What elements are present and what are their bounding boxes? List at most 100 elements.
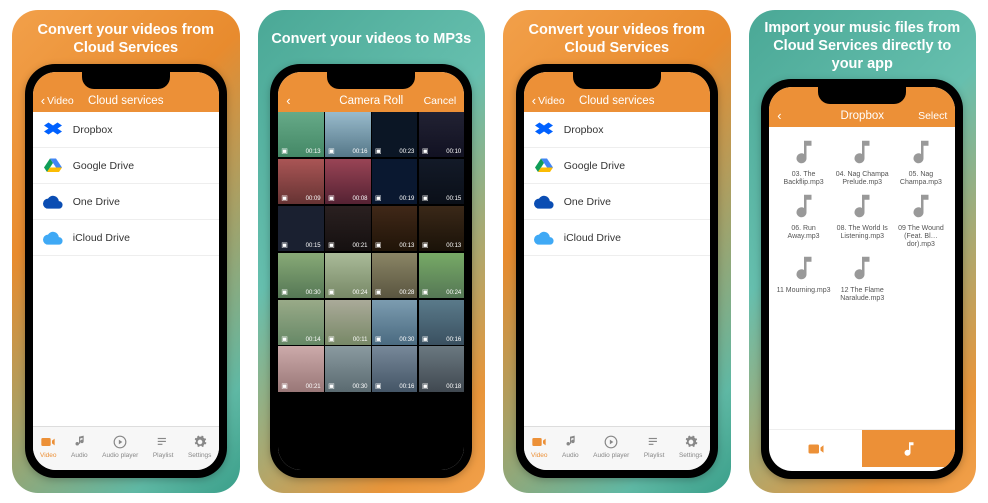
- video-thumb[interactable]: ▣00:09: [278, 159, 323, 204]
- camera-icon: ▣: [328, 194, 335, 202]
- camera-icon: ▣: [375, 382, 382, 390]
- video-thumb[interactable]: ▣00:21: [278, 346, 323, 391]
- video-thumb[interactable]: ▣00:19: [372, 159, 417, 204]
- video-icon: [531, 434, 547, 450]
- tab-playlist[interactable]: Playlist: [644, 434, 665, 459]
- video-thumb[interactable]: ▣00:15: [278, 206, 323, 251]
- music-note-icon: [906, 137, 936, 167]
- caption: Convert your videos from Cloud Services: [511, 20, 723, 58]
- video-thumb[interactable]: ▣00:28: [372, 253, 417, 298]
- video-thumb[interactable]: ▣00:11: [325, 300, 370, 345]
- dropbox-icon: [43, 120, 63, 140]
- service-label: Google Drive: [564, 160, 625, 172]
- camera-icon: ▣: [281, 241, 288, 249]
- video-thumb[interactable]: ▣00:15: [419, 159, 464, 204]
- music-note-icon: [847, 191, 877, 221]
- chevron-left-icon: ‹: [286, 94, 290, 107]
- music-note-icon: [789, 253, 819, 283]
- video-thumb[interactable]: ▣00:16: [372, 346, 417, 391]
- service-gdrive[interactable]: Google Drive: [33, 148, 219, 184]
- camera-icon: ▣: [422, 288, 429, 296]
- cloud-services-list: Dropbox Google Drive One Drive iCloud Dr…: [524, 112, 710, 426]
- music-file[interactable]: 09 The Wound (Feat. Bl…dor).mp3: [893, 191, 950, 249]
- screenshot-1: Convert your videos from Cloud Services …: [12, 10, 240, 493]
- video-thumb[interactable]: ▣00:30: [325, 346, 370, 391]
- tab-audio[interactable]: Audio: [562, 434, 579, 459]
- camera-icon: ▣: [281, 147, 288, 155]
- music-file[interactable]: 04. Nag Champa Prelude.mp3: [834, 137, 891, 187]
- music-file[interactable]: 05. Nag Champa.mp3: [893, 137, 950, 187]
- video-thumb[interactable]: ▣00:24: [325, 253, 370, 298]
- onedrive-icon: [534, 192, 554, 212]
- camera-roll-grid: ▣00:13 ▣00:16 ▣00:23 ▣00:10 ▣00:09 ▣00:0…: [278, 112, 464, 470]
- tab-settings[interactable]: Settings: [188, 434, 212, 459]
- audio-icon: [562, 434, 578, 450]
- music-note-icon: [789, 191, 819, 221]
- music-note-icon: [847, 253, 877, 283]
- service-icloud[interactable]: iCloud Drive: [524, 220, 710, 256]
- camera-icon: ▣: [328, 288, 335, 296]
- tab-music[interactable]: [862, 430, 955, 467]
- camera-icon: ▣: [281, 382, 288, 390]
- music-file[interactable]: 11 Mourning.mp3: [775, 253, 832, 303]
- screen: ‹ Dropbox Select 03. The Backflip.mp3 04…: [769, 87, 955, 471]
- video-thumb[interactable]: ▣00:10: [419, 112, 464, 157]
- camera-icon: ▣: [375, 241, 382, 249]
- back-button[interactable]: ‹ Video: [41, 94, 74, 107]
- screen: ‹ Camera Roll Cancel ▣00:13 ▣00:16 ▣00:2…: [278, 72, 464, 470]
- camera-icon: ▣: [281, 335, 288, 343]
- video-thumb[interactable]: ▣00:21: [325, 206, 370, 251]
- music-files-grid: 03. The Backflip.mp3 04. Nag Champa Prel…: [769, 127, 955, 429]
- video-thumb[interactable]: ▣00:16: [325, 112, 370, 157]
- select-button[interactable]: Select: [918, 110, 947, 122]
- video-thumb[interactable]: ▣00:13: [278, 112, 323, 157]
- notch: [327, 71, 415, 89]
- camera-icon: ▣: [422, 382, 429, 390]
- service-icloud[interactable]: iCloud Drive: [33, 220, 219, 256]
- video-thumb[interactable]: ▣00:23: [372, 112, 417, 157]
- service-dropbox[interactable]: Dropbox: [524, 112, 710, 148]
- video-thumb[interactable]: ▣00:30: [372, 300, 417, 345]
- tab-video[interactable]: Video: [40, 434, 57, 459]
- caption: Convert your videos from Cloud Services: [20, 20, 232, 58]
- music-note-icon: [847, 137, 877, 167]
- video-thumb[interactable]: ▣00:14: [278, 300, 323, 345]
- chevron-left-icon: ‹: [532, 94, 536, 107]
- tab-audio[interactable]: Audio: [71, 434, 88, 459]
- music-note-icon: [906, 191, 936, 221]
- service-gdrive[interactable]: Google Drive: [524, 148, 710, 184]
- music-file[interactable]: 12 The Flame Naralude.mp3: [834, 253, 891, 303]
- tab-video[interactable]: [769, 430, 862, 467]
- player-icon: [603, 434, 619, 450]
- tab-settings[interactable]: Settings: [679, 434, 703, 459]
- gear-icon: [683, 434, 699, 450]
- cancel-button[interactable]: Cancel: [424, 95, 457, 107]
- service-onedrive[interactable]: One Drive: [524, 184, 710, 220]
- service-label: iCloud Drive: [73, 232, 130, 244]
- video-thumb[interactable]: ▣00:13: [419, 206, 464, 251]
- tab-video[interactable]: Video: [531, 434, 548, 459]
- tab-player[interactable]: Audio player: [102, 434, 138, 459]
- service-label: One Drive: [73, 196, 120, 208]
- video-thumb[interactable]: ▣00:08: [325, 159, 370, 204]
- video-thumb[interactable]: ▣00:24: [419, 253, 464, 298]
- camera-icon: ▣: [422, 335, 429, 343]
- back-button[interactable]: ‹: [777, 109, 781, 122]
- video-thumb[interactable]: ▣00:16: [419, 300, 464, 345]
- video-thumb[interactable]: ▣00:30: [278, 253, 323, 298]
- back-button[interactable]: ‹ Video: [532, 94, 565, 107]
- video-icon: [40, 434, 56, 450]
- video-thumb[interactable]: ▣00:18: [419, 346, 464, 391]
- back-button[interactable]: ‹: [286, 94, 290, 107]
- camera-icon: ▣: [375, 194, 382, 202]
- notch: [573, 71, 661, 89]
- music-file[interactable]: 06. Run Away.mp3: [775, 191, 832, 249]
- service-onedrive[interactable]: One Drive: [33, 184, 219, 220]
- tab-playlist[interactable]: Playlist: [153, 434, 174, 459]
- camera-icon: ▣: [328, 335, 335, 343]
- tab-player[interactable]: Audio player: [593, 434, 629, 459]
- music-file[interactable]: 03. The Backflip.mp3: [775, 137, 832, 187]
- music-file[interactable]: 08. The World Is Listening.mp3: [834, 191, 891, 249]
- video-thumb[interactable]: ▣00:13: [372, 206, 417, 251]
- service-dropbox[interactable]: Dropbox: [33, 112, 219, 148]
